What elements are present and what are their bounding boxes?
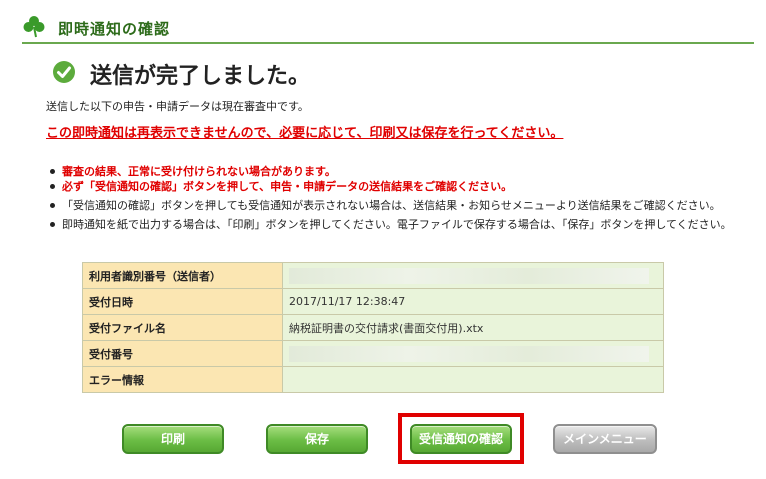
row-value xyxy=(282,340,664,367)
check-circle-icon xyxy=(53,61,75,83)
notice-list: 審査の結果、正常に受け付けられない場合があります。 必ず「受信通知の確認」ボタン… xyxy=(46,164,746,236)
table-row: 受付日時 2017/11/17 12:38:47 xyxy=(82,288,664,315)
notice-item: 必ず「受信通知の確認」ボタンを押して、申告・申請データの送信結果をご確認ください… xyxy=(46,179,746,194)
row-label: エラー情報 xyxy=(82,366,283,393)
row-value: 2017/11/17 12:38:47 xyxy=(282,288,664,315)
completion-title: 送信が完了しました。 xyxy=(90,64,311,89)
row-label: 受付日時 xyxy=(82,288,283,315)
result-table: 利用者識別番号（送信者） 受付日時 2017/11/17 12:38:47 受付… xyxy=(82,262,664,393)
table-row: 受付番号 xyxy=(82,340,664,367)
notice-item: 審査の結果、正常に受け付けられない場合があります。 xyxy=(46,164,746,179)
row-label: 受付ファイル名 xyxy=(82,314,283,341)
row-value: 納税証明書の交付請求(書面交付用).xtx xyxy=(282,314,664,341)
page-header: 即時通知の確認 xyxy=(22,14,754,44)
masked-value xyxy=(289,345,649,362)
row-value xyxy=(282,366,664,393)
highlight-box xyxy=(398,413,524,464)
table-row: 受付ファイル名 納税証明書の交付請求(書面交付用).xtx xyxy=(82,314,664,341)
page-title: 即時通知の確認 xyxy=(58,20,171,38)
clover-icon xyxy=(23,16,45,38)
main-menu-button[interactable]: メインメニュー xyxy=(553,424,657,454)
table-row: 利用者識別番号（送信者） xyxy=(82,262,664,289)
notice-item: 即時通知を紙で出力する場合は、「印刷」ボタンを押してください。電子ファイルで保存… xyxy=(46,217,746,232)
masked-value xyxy=(289,267,649,284)
warning-text: この即時通知は再表示できませんので、必要に応じて、印刷又は保存を行ってください。 xyxy=(46,126,564,141)
print-button[interactable]: 印刷 xyxy=(122,424,224,454)
notice-item: 「受信通知の確認」ボタンを押しても受信通知が表示されない場合は、送信結果・お知ら… xyxy=(46,198,746,213)
row-value xyxy=(282,262,664,289)
row-label: 受付番号 xyxy=(82,340,283,367)
row-label: 利用者識別番号（送信者） xyxy=(82,262,283,289)
status-text: 送信した以下の申告・申請データは現在審査中です。 xyxy=(46,100,309,113)
table-row: エラー情報 xyxy=(82,366,664,393)
save-button[interactable]: 保存 xyxy=(266,424,368,454)
